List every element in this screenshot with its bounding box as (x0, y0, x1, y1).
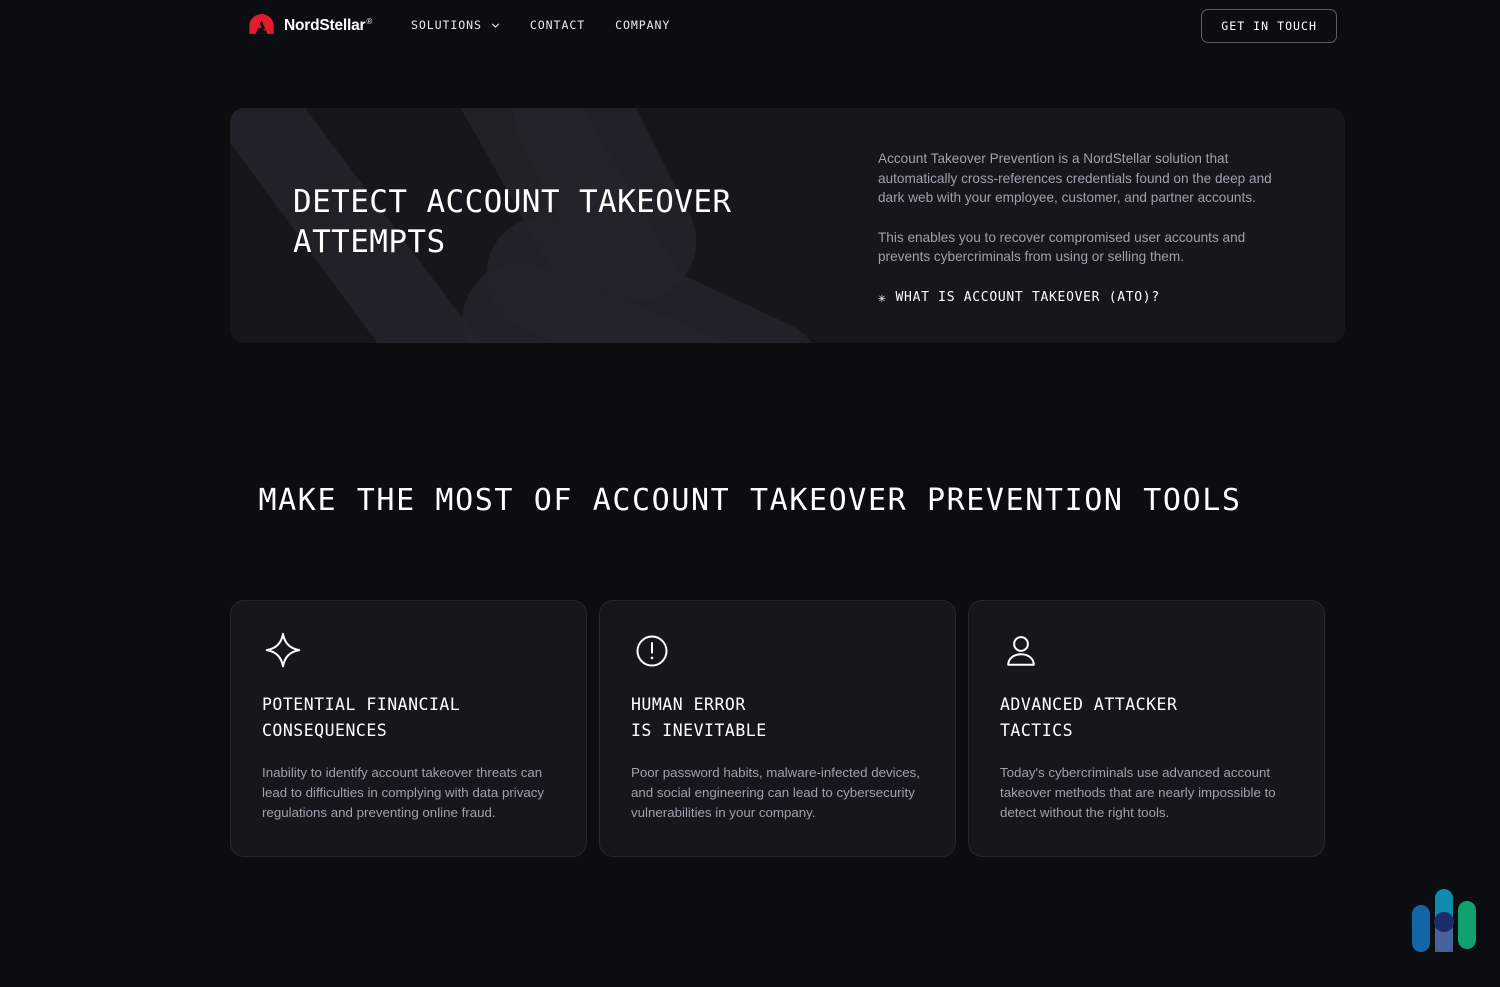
feature-card-financial-consequences: POTENTIAL FINANCIAL CONSEQUENCES Inabili… (230, 600, 587, 857)
hero-title: DETECT ACCOUNT TAKEOVER ATTEMPTS (293, 184, 732, 260)
feature-card-title: HUMAN ERROR IS INEVITABLE (631, 695, 767, 740)
hero-paragraph-1: Account Takeover Prevention is a NordSte… (878, 151, 1272, 206)
feature-card-attacker-tactics: ADVANCED ATTACKER TACTICS Today's cyberc… (968, 600, 1325, 857)
primary-navigation: SOLUTIONS CONTACT COMPANY (411, 18, 670, 32)
feature-card-human-error: HUMAN ERROR IS INEVITABLE Poor password … (599, 600, 956, 857)
user-person-icon (1007, 636, 1035, 666)
chat-bars-widget-icon (1412, 889, 1476, 952)
feature-card-title: ADVANCED ATTACKER TACTICS (1000, 695, 1178, 740)
nav-item-company[interactable]: COMPANY (615, 18, 670, 32)
feature-card-grid: POTENTIAL FINANCIAL CONSEQUENCES Inabili… (230, 600, 1326, 857)
chevron-down-icon (491, 23, 499, 28)
brand-logo-link[interactable]: NordStellar® (248, 13, 372, 40)
section-heading: MAKE THE MOST OF ACCOUNT TAKEOVER PREVEN… (258, 483, 1242, 518)
sparkle-star-icon (265, 632, 301, 668)
hero-card: DETECT ACCOUNT TAKEOVER ATTEMPTS Account… (230, 108, 1345, 343)
nav-item-solutions[interactable]: SOLUTIONS (411, 18, 500, 32)
exclamation-circle-icon (636, 635, 668, 667)
hero-right-column: Account Takeover Prevention is a NordSte… (878, 149, 1278, 306)
feature-card-body: Poor password habits, malware-infected d… (631, 765, 920, 820)
nav-item-contact[interactable]: CONTACT (530, 18, 585, 32)
hero-paragraph-2: This enables you to recover compromised … (878, 229, 1246, 265)
asterisk-star-icon: ✳ (878, 290, 887, 306)
what-is-ato-link[interactable]: ✳ WHAT IS ACCOUNT TAKEOVER (ATO)? (878, 290, 1160, 305)
page-root: NordStellar® SOLUTIONS CONTACT COMPANY G… (0, 0, 1500, 987)
nordstellar-mountain-logo-icon (249, 14, 274, 34)
get-in-touch-button[interactable]: GET IN TOUCH (1201, 9, 1337, 43)
chat-widget-launcher[interactable] (1405, 879, 1483, 957)
hero-left-column: DETECT ACCOUNT TAKEOVER ATTEMPTS (293, 182, 813, 262)
what-is-ato-link-label: WHAT IS ACCOUNT TAKEOVER (ATO)? (895, 289, 1160, 305)
site-header: NordStellar® SOLUTIONS CONTACT COMPANY G… (0, 0, 1500, 52)
feature-card-body: Inability to identify account takeover t… (262, 765, 545, 820)
feature-card-title: POTENTIAL FINANCIAL CONSEQUENCES (262, 695, 461, 740)
nav-item-solutions-label: SOLUTIONS (411, 18, 482, 32)
nav-item-contact-label: CONTACT (529, 18, 586, 32)
brand-name: NordStellar® (284, 17, 373, 35)
nav-item-company-label: COMPANY (615, 18, 671, 32)
brand-trademark: ® (366, 17, 373, 27)
feature-card-body: Today's cybercriminals use advanced acco… (1000, 765, 1276, 820)
